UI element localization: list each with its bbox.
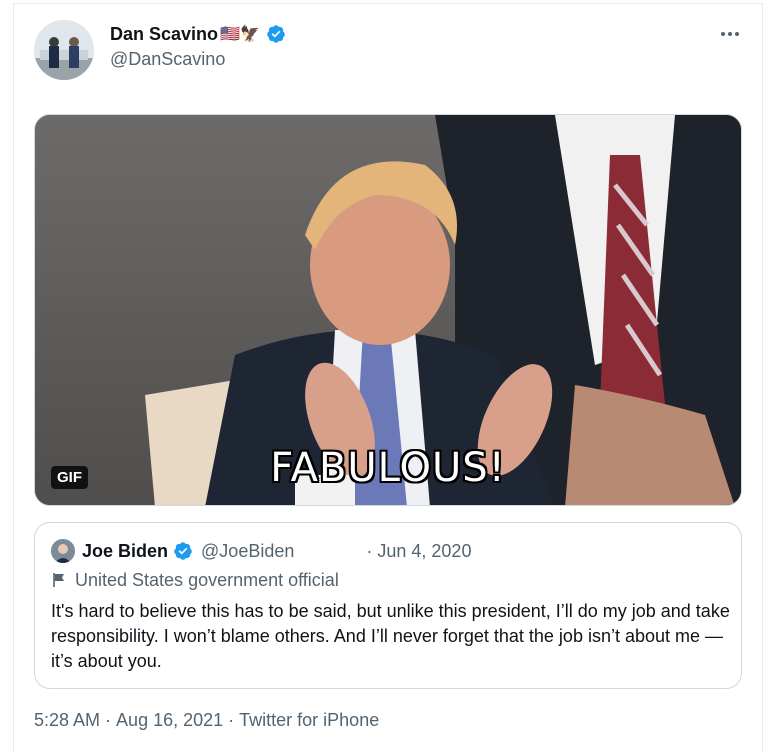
quoted-date: · Jun 4, 2020 [366,540,472,561]
separator: · [223,710,240,730]
author-handle[interactable]: @DanScavino [110,49,225,70]
tweet-date[interactable]: Aug 16, 2021 [116,710,223,731]
quoted-author-handle: @JoeBiden [201,540,295,561]
gif-media[interactable]: FABULOUS! GIF [34,114,742,506]
author-name-row[interactable]: Dan Scavino 🇺🇸🦅 [110,22,286,46]
separator: · [100,710,117,730]
tweet-source[interactable]: Twitter for iPhone [239,710,379,731]
quoted-tweet[interactable]: Joe Biden @JoeBiden · Jun 4, 2020 United… [34,522,742,689]
avatar[interactable] [34,20,94,80]
more-options-icon[interactable] [716,20,744,48]
gif-caption: FABULOUS! [270,445,506,491]
quoted-header: Joe Biden @JoeBiden · Jun 4, 2020 [51,539,725,563]
flag-icon [53,573,64,587]
quoted-avatar [51,539,75,563]
author-name[interactable]: Dan Scavino [110,24,218,45]
author-emoji: 🇺🇸🦅 [220,26,260,43]
verified-badge-icon [174,542,192,560]
gif-badge: GIF [51,466,88,489]
verified-badge-icon [267,25,285,43]
quoted-label-row: United States government official [51,569,725,591]
quoted-text: It's hard to believe this has to be said… [51,601,730,671]
tweet-footer: 5:28 AM · Aug 16, 2021 · Twitter for iPh… [34,710,379,731]
tweet-time[interactable]: 5:28 AM [34,710,100,731]
government-official-label: United States government official [75,569,339,590]
quoted-author-name: Joe Biden [82,540,169,561]
